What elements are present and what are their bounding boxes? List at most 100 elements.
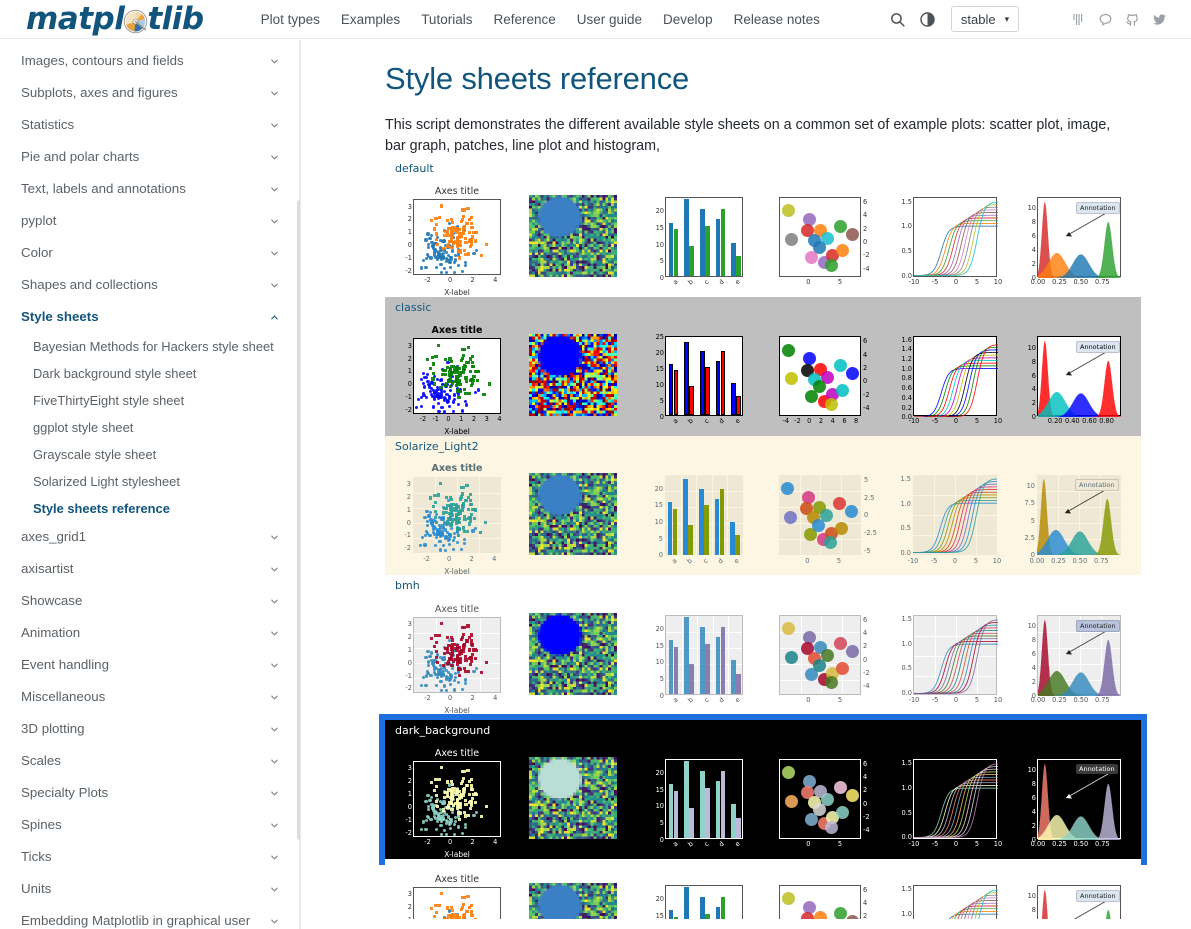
chevron-down-icon[interactable] [269, 214, 280, 232]
nav-link-plot-types[interactable]: Plot types [261, 12, 320, 27]
scatter-point [444, 495, 448, 500]
chevron-down-icon[interactable] [269, 850, 280, 868]
chevron-down-icon[interactable] [269, 882, 280, 900]
sidebar-item-scales[interactable]: Scales [0, 746, 300, 778]
line-axes: 0.0 0.2 0.4 0.6 0.8 1.0 1.2 1.4 1.6 -10 -5 0 5 10 [902, 336, 1003, 426]
sidebar-item-subplots-axes-and-figures[interactable]: Subplots, axes and figures [0, 78, 300, 110]
style-row-partial-next[interactable]: Axes titleX-label-2024-2-1012305101520ab… [385, 858, 1141, 919]
sidebar-item-event-handling[interactable]: Event handling [0, 650, 300, 682]
sidebar-item-axes-grid1[interactable]: axes_grid1 [0, 522, 300, 554]
chevron-down-icon[interactable] [269, 54, 280, 72]
axis-tick-label: 0.6 [901, 384, 913, 393]
version-dropdown[interactable]: stable ▾ [950, 6, 1020, 32]
chevron-down-icon[interactable] [269, 722, 280, 740]
scatter-point [431, 244, 435, 248]
chevron-down-icon[interactable] [269, 594, 280, 612]
sidebar-item-ticks[interactable]: Ticks [0, 842, 300, 874]
scatter-point [468, 503, 472, 507]
scatter-point [488, 382, 492, 386]
sidebar-item-pie-and-polar-charts[interactable]: Pie and polar charts [0, 142, 300, 174]
scatter-point [454, 522, 458, 526]
sidebar-item-units[interactable]: Units [0, 874, 300, 906]
sidebar-item-label: Text, labels and annotations [21, 180, 186, 196]
search-icon[interactable] [883, 4, 913, 34]
sidebar-item-color[interactable]: Color [0, 238, 300, 270]
chevron-down-icon[interactable] [269, 626, 280, 644]
sidebar-subitem-grayscale-style-sheet[interactable]: Grayscale style sheet [0, 441, 300, 468]
plot-patches: 0 5 -4 -2 0 2 4 6 [763, 177, 887, 293]
axis-tick-label: 6 [863, 615, 868, 624]
axis-tick-label: 20 [654, 484, 663, 493]
chevron-down-icon[interactable] [269, 658, 280, 676]
theme-contrast-icon[interactable] [913, 4, 943, 34]
axis-tick-label: 0.00 [1030, 278, 1046, 287]
chevron-down-icon[interactable] [269, 86, 280, 104]
github-icon[interactable] [1125, 12, 1140, 27]
chevron-up-icon[interactable] [269, 310, 280, 328]
plot-line: 0.0 0.2 0.4 0.6 0.8 1.0 1.2 1.4 1.6 -10 -5 0 5 10 [887, 316, 1011, 432]
patch-circle [784, 650, 798, 664]
chevron-down-icon[interactable] [269, 914, 280, 929]
chevron-down-icon[interactable] [269, 150, 280, 168]
sidebar-subitem-ggplot-style-sheet[interactable]: ggplot style sheet [0, 414, 300, 441]
scatter-point [461, 625, 465, 630]
chevron-down-icon[interactable] [269, 118, 280, 136]
gitter-icon[interactable] [1071, 12, 1086, 27]
sidebar-item-images-contours-and-fields[interactable]: Images, contours and fields [0, 46, 300, 78]
nav-link-release-notes[interactable]: Release notes [734, 12, 820, 27]
scatter-point [430, 241, 434, 245]
style-row-bmh[interactable]: bmh Axes title X-label -2 0 2 4 -2 -1 0 1 2 3 0 5 10 15 2… [385, 575, 1141, 715]
sidebar-subitem-solarized-light-stylesheet[interactable]: Solarized Light stylesheet [0, 468, 300, 495]
scatter-point [442, 828, 446, 832]
sidebar-item-miscellaneous[interactable]: Miscellaneous [0, 682, 300, 714]
scatter-point [429, 818, 433, 822]
sidebar-item-embedding-matplotlib-in-graphical-user-interfaces[interactable]: Embedding Matplotlib in graphical user i… [0, 906, 300, 929]
nav-link-tutorials[interactable]: Tutorials [421, 12, 472, 27]
scatter-point [462, 632, 466, 636]
sidebar-item-text-labels-and-annotations[interactable]: Text, labels and annotations [0, 174, 300, 206]
sidebar-item-pyplot[interactable]: pyplot [0, 206, 300, 238]
chevron-down-icon[interactable] [269, 246, 280, 264]
sidebar-item-shapes-and-collections[interactable]: Shapes and collections [0, 270, 300, 302]
chevron-down-icon[interactable] [269, 818, 280, 836]
axis-tick-label: 1.5 [901, 759, 913, 768]
sidebar-nav[interactable]: Images, contours and fields Subplots, axe… [0, 40, 301, 929]
sidebar-item-showcase[interactable]: Showcase [0, 586, 300, 618]
sidebar-scrollbar-thumb[interactable] [297, 200, 300, 840]
sidebar-item-specialty-plots[interactable]: Specialty Plots [0, 778, 300, 810]
nav-link-develop[interactable]: Develop [663, 12, 713, 27]
sidebar-item-spines[interactable]: Spines [0, 810, 300, 842]
scatter-point [448, 517, 452, 521]
sidebar-item-style-sheets[interactable]: Style sheets [0, 302, 300, 334]
sidebar-subitem-style-sheets-reference[interactable]: Style sheets reference [0, 495, 300, 522]
discourse-icon[interactable] [1098, 12, 1113, 27]
bar-axes: 0 5 10 15 20 abcde [656, 758, 743, 848]
sidebar-item-axisartist[interactable]: axisartist [0, 554, 300, 586]
sidebar-item-animation[interactable]: Animation [0, 618, 300, 650]
axis-tick-label: 0.25 [1051, 557, 1066, 566]
chevron-down-icon[interactable] [269, 754, 280, 772]
sidebar-subitem-bayesian-methods-for-hackers-style-sheet[interactable]: Bayesian Methods for Hackers style sheet [0, 333, 300, 360]
nav-link-examples[interactable]: Examples [341, 12, 400, 27]
chevron-down-icon[interactable] [269, 786, 280, 804]
axis-tick-label: -2 [405, 684, 412, 693]
style-row-dark_background[interactable]: dark_background Axes title X-label -2 0 2 4 -2 -… [379, 713, 1147, 865]
chevron-down-icon[interactable] [269, 278, 280, 296]
sidebar-item-statistics[interactable]: Statistics [0, 110, 300, 142]
sidebar-subitem-dark-background-style-sheet[interactable]: Dark background style sheet [0, 360, 300, 387]
chevron-down-icon[interactable] [269, 530, 280, 548]
axis-tick-label: 0.00 [1029, 557, 1045, 566]
matplotlib-logo[interactable]: matpl tlib [26, 3, 204, 35]
scatter-point [425, 523, 430, 527]
chevron-down-icon[interactable] [269, 562, 280, 580]
sidebar-item-3d-plotting[interactable]: 3D plotting [0, 714, 300, 746]
style-row-classic[interactable]: classic Axes title X-label -2 -1 0 1 2 3 4 -2 -1 0 1 2… [385, 297, 1141, 437]
nav-link-reference[interactable]: Reference [493, 12, 555, 27]
chevron-down-icon[interactable] [269, 690, 280, 708]
sidebar-subitem-fivethirtyeight-style-sheet[interactable]: FiveThirtyEight style sheet [0, 387, 300, 414]
nav-link-user-guide[interactable]: User guide [577, 12, 642, 27]
twitter-icon[interactable] [1152, 12, 1167, 27]
style-row-Solarize_Light2[interactable]: Solarize_Light2 Axes title X-label -2 0 2 4 -2-… [385, 436, 1141, 576]
chevron-down-icon[interactable] [269, 182, 280, 200]
style-row-default[interactable]: default Axes title X-label -2 0 2 4 -2 -1 0 1 2 3 0 5 1… [385, 157, 1141, 298]
